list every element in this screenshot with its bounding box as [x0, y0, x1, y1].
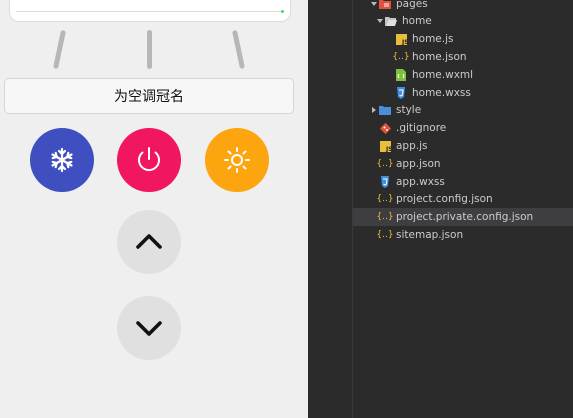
- tree-item-home-json[interactable]: {..} home.json: [353, 48, 573, 66]
- temperature-down-button[interactable]: [117, 296, 181, 360]
- chevron-up-icon: [136, 234, 162, 249]
- tree-item-label: project.private.config.json: [396, 211, 534, 223]
- card-divider: [16, 11, 284, 12]
- wxss-file-icon: [379, 176, 391, 188]
- json-file-icon: {..}: [376, 159, 394, 169]
- tree-item-app-js[interactable]: JS app.js: [353, 137, 573, 155]
- tree-item-home[interactable]: home: [353, 12, 573, 30]
- js-file-icon: JS: [395, 33, 407, 45]
- power-button[interactable]: [117, 128, 181, 192]
- phone-preview: 为空调冠名: [0, 0, 308, 418]
- tree-item-label: sitemap.json: [396, 229, 464, 241]
- wxss-file-icon: [395, 87, 407, 99]
- chevron-down-icon: [136, 321, 162, 336]
- tree-item-app-wxss[interactable]: app.wxss: [353, 173, 573, 191]
- status-indicator-dot: [281, 10, 284, 13]
- folder-red-icon: [379, 0, 391, 10]
- expanded-arrow-icon[interactable]: [375, 17, 385, 25]
- rename-ac-label: 为空调冠名: [114, 89, 184, 105]
- air-conditioner-card: [9, 0, 291, 22]
- tree-item-home-js[interactable]: JS home.js: [353, 30, 573, 48]
- wxml-file-icon: [395, 69, 407, 81]
- expanded-arrow-icon[interactable]: [369, 0, 379, 8]
- mode-heat-button[interactable]: [205, 128, 269, 192]
- tree-item-label: home: [402, 15, 432, 27]
- folder-blue-icon: [379, 104, 391, 116]
- tree-item-label: app.json: [396, 158, 441, 170]
- tree-item-project-config-json[interactable]: {..} project.config.json: [353, 190, 573, 208]
- js-file-icon: JS: [379, 140, 391, 152]
- folder-open-icon: [385, 15, 397, 27]
- collapsed-arrow-icon[interactable]: [369, 106, 379, 114]
- tree-item-label: project.config.json: [396, 193, 493, 205]
- json-file-icon: {..}: [376, 194, 394, 204]
- svg-text:JS: JS: [401, 39, 407, 45]
- airflow-line-right: [232, 29, 245, 70]
- tree-item-label: home.js: [412, 33, 454, 45]
- tree-item-label: .gitignore: [396, 122, 447, 134]
- airflow-line-center: [147, 30, 152, 69]
- svg-text:JS: JS: [385, 146, 391, 152]
- power-icon: [138, 147, 160, 172]
- tree-item-label: home.wxss: [412, 87, 471, 99]
- temperature-up-button[interactable]: [117, 210, 181, 274]
- rename-ac-button[interactable]: 为空调冠名: [4, 78, 294, 114]
- json-file-icon: {..}: [392, 52, 410, 62]
- tree-item-sitemap-json[interactable]: {..} sitemap.json: [353, 226, 573, 244]
- sun-icon: [224, 147, 250, 173]
- file-explorer: pages home JS home.js {..} home.json hom…: [353, 0, 573, 418]
- tree-item-label: pages: [396, 0, 428, 10]
- tree-item-label: home.json: [412, 51, 467, 63]
- tree-item-gitignore[interactable]: .gitignore: [353, 119, 573, 137]
- mode-cool-button[interactable]: [30, 128, 94, 192]
- panel-divider: [308, 0, 353, 418]
- tree-item-label: app.wxss: [396, 176, 445, 188]
- snowflake-icon: [51, 147, 73, 173]
- tree-item-app-json[interactable]: {..} app.json: [353, 155, 573, 173]
- tree-item-label: home.wxml: [412, 69, 474, 81]
- tree-item-project-private-config-json[interactable]: {..} project.private.config.json: [353, 208, 573, 226]
- tree-item-home-wxml[interactable]: home.wxml: [353, 66, 573, 84]
- tree-item-label: app.js: [396, 140, 428, 152]
- json-file-icon: {..}: [376, 212, 394, 222]
- json-file-icon: {..}: [376, 230, 394, 240]
- git-file-icon: [379, 122, 391, 134]
- tree-item-style[interactable]: style: [353, 101, 573, 119]
- tree-item-home-wxss[interactable]: home.wxss: [353, 84, 573, 102]
- airflow-line-left: [53, 29, 66, 70]
- tree-item-label: style: [396, 104, 422, 116]
